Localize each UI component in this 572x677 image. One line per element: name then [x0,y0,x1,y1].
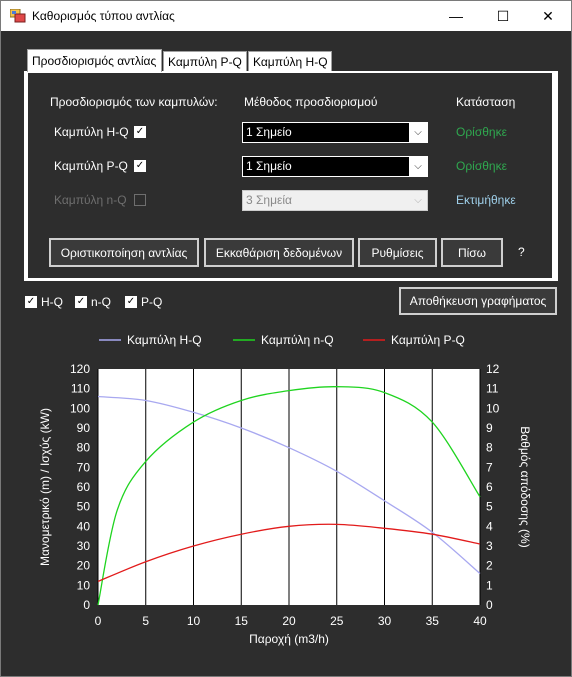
x-tick-label: 30 [378,614,392,628]
y-tick-label: 120 [70,362,90,376]
x-tick-label: 20 [282,614,296,628]
y2-tick-label: 7 [486,460,493,474]
chart-legend: Καμπύλη H-Q Καμπύλη n-Q Καμπύλη P-Q [99,333,465,347]
y2-tick-label: 9 [486,421,493,435]
x-tick-label: 25 [330,614,344,628]
x-tick-label: 0 [95,614,102,628]
y2-tick-label: 10 [486,401,500,415]
y-tick-label: 40 [77,519,91,533]
tab-pump-definition[interactable]: Προσδιορισμός αντλίας [27,49,162,72]
y2-tick-label: 0 [486,598,493,612]
y-tick-label: 60 [77,480,91,494]
chart: Καμπύλη H-Q Καμπύλη n-Q Καμπύλη P-Q 0 5 10 15… [38,333,532,646]
x-tick-label: 5 [142,614,149,628]
x-axis-title: Παροχή (m3/h) [249,632,329,646]
y2-tick-label: 12 [486,362,500,376]
y2-tick-label: 3 [486,539,493,553]
legend-label-0: Καμπύλη H-Q [127,333,202,347]
x-tick-label: 10 [187,614,201,628]
x-tick-label: 40 [473,614,487,628]
y-tick-label: 90 [77,421,91,435]
y-tick-label: 70 [77,460,91,474]
y-tick-label: 100 [70,401,90,415]
y2-axis-title: Βαθμός απόδοσης (%) [518,426,532,547]
y-tick-label: 110 [71,382,90,396]
x-tick-label: 15 [235,614,249,628]
application-window: Καθορισμός τύπου αντλίας — ☐ ✕ Προσδιορι… [0,0,572,677]
legend-label-1: Καμπύλη n-Q [261,333,334,347]
y-tick-label: 50 [77,500,91,514]
y2-tick-label: 6 [486,480,493,494]
y2-tick-label: 8 [486,441,493,455]
y2-tick-label: 2 [486,559,493,573]
y2-tick-label: 11 [486,382,499,396]
y-tick-label: 0 [83,598,90,612]
x-tick-label: 35 [426,614,440,628]
y2-tick-label: 1 [486,578,493,592]
y2-tick-label: 4 [486,519,493,533]
y-axis-title: Μανομετρικό (m) / Ισχύς (kW) [38,408,52,566]
y2-tick-label: 5 [486,500,493,514]
legend-label-2: Καμπύλη P-Q [391,333,465,347]
y-tick-label: 30 [77,539,91,553]
y-tick-label: 80 [77,441,91,455]
y-tick-label: 20 [77,559,91,573]
y-tick-label: 10 [77,578,91,592]
